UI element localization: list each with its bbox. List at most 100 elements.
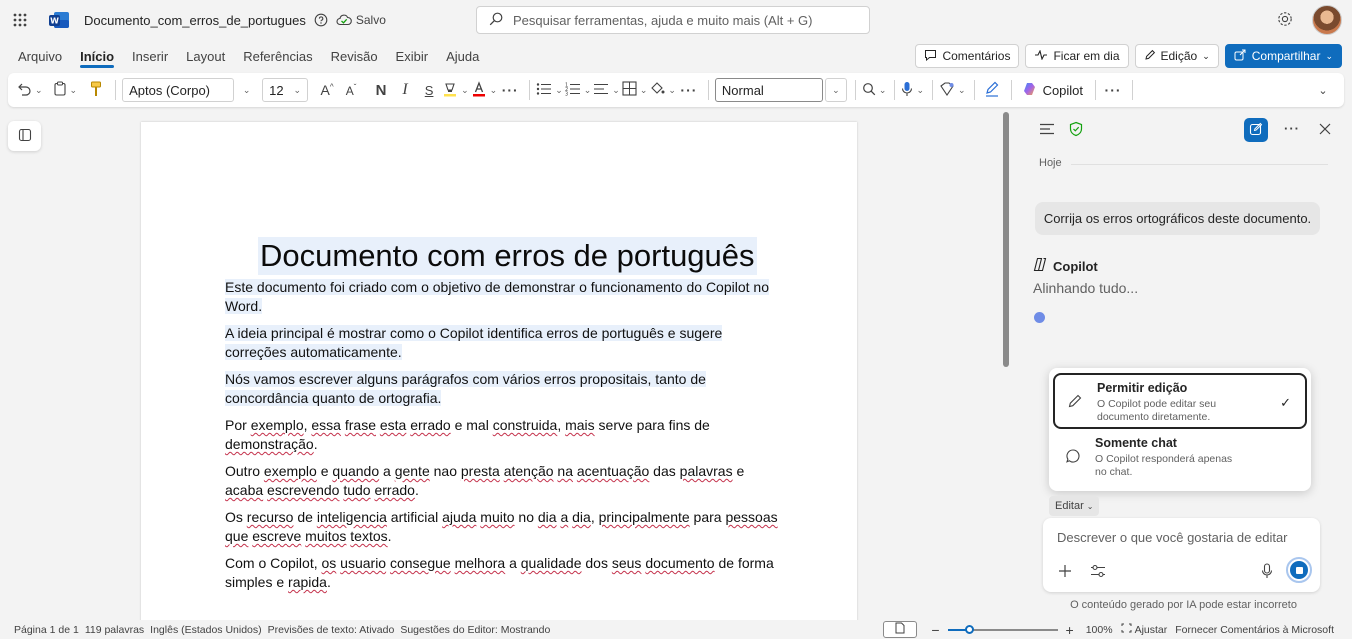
bold-button[interactable]: N: [370, 77, 392, 103]
document-title[interactable]: Documento com erros de português: [258, 237, 757, 275]
menu-ajuda[interactable]: Ajuda: [437, 40, 488, 72]
italic-button[interactable]: I: [394, 77, 416, 103]
editor-button[interactable]: [981, 77, 1003, 103]
mode-option-chat-only[interactable]: Somente chat O Copilot responderá apenas…: [1053, 430, 1307, 486]
menu-icon[interactable]: [1039, 123, 1055, 138]
paragraph-4[interactable]: Por exemplo, essa frase esta errado e ma…: [225, 416, 785, 454]
zoom-in-icon[interactable]: +: [1066, 622, 1074, 638]
shield-check-icon[interactable]: [1068, 121, 1084, 140]
numbering-button[interactable]: 123 ⌄: [565, 77, 592, 103]
close-icon[interactable]: [1318, 122, 1332, 139]
chevron-down-icon[interactable]: ⌄: [490, 85, 498, 96]
align-button[interactable]: ⌄: [593, 77, 620, 103]
more-options-icon[interactable]: ···: [1284, 121, 1300, 136]
app-launcher-icon[interactable]: [0, 0, 40, 40]
font-size-select[interactable]: 12 ⌄: [262, 78, 309, 102]
paragraph-3[interactable]: Nós vamos escrever alguns parágrafos com…: [225, 370, 785, 408]
shield-icon[interactable]: [314, 13, 328, 27]
menu-inserir[interactable]: Inserir: [123, 40, 177, 72]
mode-option-allow-editing[interactable]: Permitir edição O Copilot pode editar se…: [1053, 373, 1307, 429]
menu-exibir[interactable]: Exibir: [387, 40, 438, 72]
underline-button[interactable]: S: [418, 77, 440, 103]
paste-button[interactable]: ⌄: [53, 77, 78, 103]
paragraph-6[interactable]: Os recurso de inteligencia artificial aj…: [225, 508, 785, 546]
chevron-down-icon[interactable]: ⌄: [668, 85, 676, 96]
new-chat-button[interactable]: [1244, 118, 1268, 142]
view-mode-button[interactable]: [883, 621, 918, 638]
dictate-button[interactable]: ⌄: [901, 77, 924, 103]
menu-inicio[interactable]: Início: [71, 40, 123, 72]
microphone-icon[interactable]: [1261, 563, 1273, 582]
bullets-button[interactable]: ⌄: [536, 77, 563, 103]
more-options-button[interactable]: ···: [1102, 77, 1124, 103]
editing-mode-button[interactable]: Edição ⌄: [1134, 44, 1219, 68]
more-font-options-button[interactable]: ···: [499, 77, 521, 103]
cloud-saved-icon[interactable]: [336, 13, 352, 27]
grow-font-button[interactable]: A^: [316, 77, 338, 103]
styles-dropdown[interactable]: ⌄: [824, 78, 847, 102]
paragraph-7[interactable]: Com o Copilot, os usuario consegue melho…: [225, 554, 785, 592]
share-button[interactable]: Compartilhar ⌄: [1224, 44, 1342, 68]
document-name[interactable]: Documento_com_erros_de_portugues: [84, 13, 306, 28]
shrink-font-button[interactable]: Aˇ: [340, 77, 362, 103]
sensitivity-button[interactable]: ⌄: [939, 77, 966, 103]
chevron-down-icon[interactable]: ⌄: [584, 85, 592, 96]
feedback-link[interactable]: Fornecer Comentários à Microsoft: [1175, 624, 1334, 636]
document-page[interactable]: Documento com erros de português Este do…: [141, 122, 857, 622]
zoom-slider[interactable]: [947, 624, 1058, 634]
chevron-down-icon[interactable]: ⌄: [612, 85, 620, 96]
chevron-down-icon[interactable]: ⌄: [70, 85, 78, 96]
document-scrollbar[interactable]: [1003, 112, 1009, 367]
menu-layout[interactable]: Layout: [177, 40, 234, 72]
chevron-down-icon[interactable]: ⌄: [916, 85, 924, 96]
format-painter-button[interactable]: [85, 77, 107, 103]
mode-select-button[interactable]: Editar ⌄: [1049, 496, 1100, 516]
language-status[interactable]: Inglês (Estados Unidos): [150, 624, 261, 636]
catch-up-button[interactable]: Ficar em dia: [1025, 44, 1129, 68]
paragraph-5[interactable]: Outro exemplo e quando a gente nao prest…: [225, 462, 785, 500]
paragraph-text: ,: [590, 509, 599, 525]
font-color-button[interactable]: ⌄: [471, 77, 498, 103]
settings-gear-icon[interactable]: [1276, 10, 1294, 31]
user-avatar[interactable]: [1312, 5, 1342, 35]
menu-arquivo[interactable]: Arquivo: [0, 40, 71, 72]
zoom-level[interactable]: 100%: [1086, 624, 1113, 636]
add-icon[interactable]: [1058, 564, 1072, 581]
word-count[interactable]: 119 palavras: [85, 624, 144, 636]
prompt-input-placeholder[interactable]: Descrever o que você gostaria de editar: [1057, 530, 1288, 545]
text-predictions-status[interactable]: Previsões de texto: Ativado: [268, 624, 395, 636]
stop-button[interactable]: [1286, 557, 1312, 583]
highlight-button[interactable]: ⌄: [442, 77, 469, 103]
expand-ribbon-button[interactable]: ⌄: [1312, 77, 1334, 103]
paragraph-1[interactable]: Este documento foi criado com o objetivo…: [225, 278, 785, 316]
zoom-out-icon[interactable]: −: [931, 622, 939, 638]
comments-button[interactable]: Comentários: [915, 44, 1020, 68]
chevron-down-icon[interactable]: ⌄: [35, 85, 43, 96]
sliders-icon[interactable]: [1090, 564, 1106, 581]
chevron-down-icon[interactable]: ⌄: [958, 85, 966, 96]
more-paragraph-options-button[interactable]: ···: [678, 77, 700, 103]
chevron-down-icon[interactable]: ⌄: [879, 85, 887, 96]
font-name-select[interactable]: Aptos (Corpo): [122, 78, 235, 102]
prompt-composer[interactable]: Descrever o que você gostaria de editar: [1043, 518, 1320, 592]
chevron-down-icon[interactable]: ⌄: [640, 85, 648, 96]
find-button[interactable]: ⌄: [862, 77, 887, 103]
page-count[interactable]: Página 1 de 1: [14, 624, 79, 636]
search-box[interactable]: Pesquisar ferramentas, ajuda e muito mai…: [476, 6, 870, 34]
shading-button[interactable]: ⌄: [649, 77, 676, 103]
menu-revisao[interactable]: Revisão: [322, 40, 387, 72]
paragraph-2[interactable]: A ideia principal é mostrar como o Copil…: [225, 324, 785, 362]
copilot-button[interactable]: Copilot: [1018, 77, 1087, 103]
font-name-dropdown[interactable]: ⌄: [234, 77, 256, 103]
menu-referencias[interactable]: Referências: [234, 40, 321, 72]
borders-button[interactable]: ⌄: [622, 77, 648, 103]
fit-button[interactable]: Ajustar: [1121, 623, 1167, 636]
chevron-down-icon[interactable]: ⌄: [461, 85, 469, 96]
zoom-slider-thumb[interactable]: [964, 624, 974, 634]
styles-select[interactable]: Normal: [714, 78, 823, 102]
navigation-pane-button[interactable]: [8, 121, 41, 151]
chevron-down-icon[interactable]: ⌄: [555, 85, 563, 96]
editor-suggestions-status[interactable]: Sugestões do Editor: Mostrando: [400, 624, 550, 636]
word-logo-icon[interactable]: W: [48, 11, 70, 29]
undo-button[interactable]: ⌄: [16, 77, 43, 103]
